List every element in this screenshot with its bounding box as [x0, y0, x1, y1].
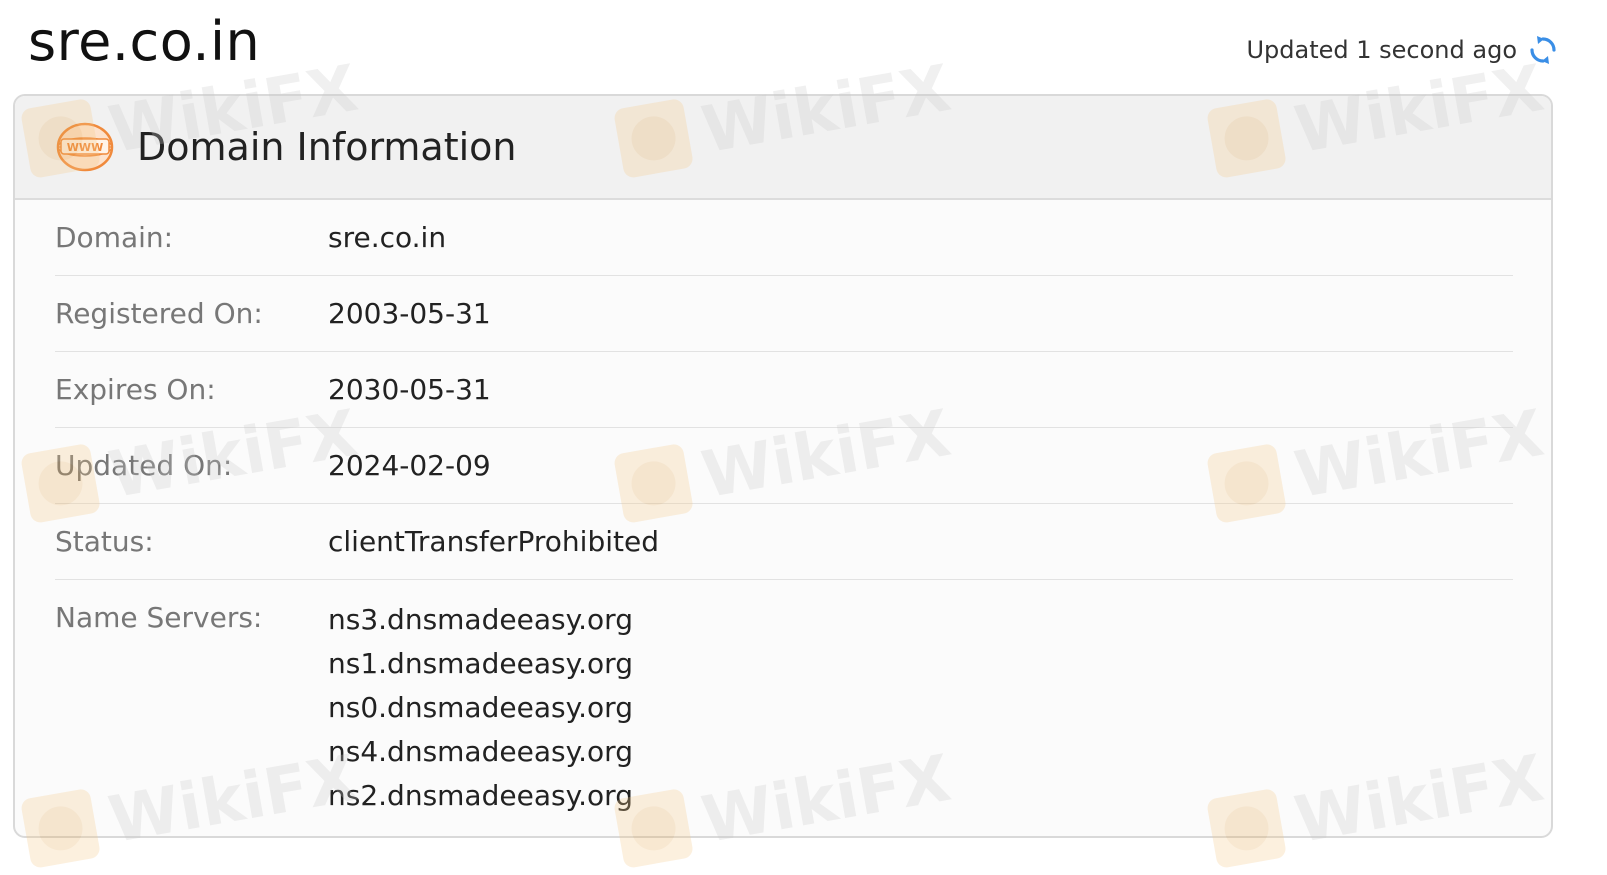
name-server-item: ns4.dnsmadeeasy.org: [328, 735, 633, 768]
row-updated-on: Updated On: 2024-02-09: [55, 428, 1513, 504]
row-value: 2003-05-31: [328, 297, 491, 330]
row-value: 2024-02-09: [328, 449, 491, 482]
row-label: Expires On:: [55, 373, 216, 406]
row-label: Registered On:: [55, 297, 263, 330]
row-value: clientTransferProhibited: [328, 525, 659, 558]
card-title: Domain Information: [137, 125, 517, 169]
row-label: Domain:: [55, 221, 174, 254]
update-status: Updated 1 second ago: [1246, 34, 1559, 66]
name-server-item: ns0.dnsmadeeasy.org: [328, 691, 633, 724]
refresh-icon[interactable]: [1527, 34, 1559, 66]
updated-text: Updated 1 second ago: [1246, 36, 1517, 64]
domain-info-card: WWW Domain Information Domain: sre.co.in…: [13, 94, 1553, 838]
row-expires-on: Expires On: 2030-05-31: [55, 352, 1513, 428]
www-icon-text: WWW: [67, 141, 103, 154]
card-header: WWW Domain Information: [15, 96, 1551, 200]
row-value: 2030-05-31: [328, 373, 491, 406]
name-server-item: ns3.dnsmadeeasy.org: [328, 603, 633, 636]
page-title: sre.co.in: [28, 10, 261, 73]
row-value: sre.co.in: [328, 221, 447, 254]
name-server-item: ns1.dnsmadeeasy.org: [328, 647, 633, 680]
row-label: Updated On:: [55, 449, 233, 482]
www-globe-icon: WWW: [56, 122, 114, 172]
name-server-item: ns2.dnsmadeeasy.org: [328, 779, 633, 812]
row-label: Name Servers:: [55, 601, 263, 634]
row-label: Status:: [55, 525, 154, 558]
name-server-list: ns3.dnsmadeeasy.org ns1.dnsmadeeasy.org …: [328, 598, 633, 818]
row-name-servers: Name Servers: ns3.dnsmadeeasy.org ns1.dn…: [55, 580, 1513, 818]
row-registered-on: Registered On: 2003-05-31: [55, 276, 1513, 352]
row-status: Status: clientTransferProhibited: [55, 504, 1513, 580]
row-domain: Domain: sre.co.in: [55, 200, 1513, 276]
info-rows: Domain: sre.co.in Registered On: 2003-05…: [15, 200, 1551, 818]
